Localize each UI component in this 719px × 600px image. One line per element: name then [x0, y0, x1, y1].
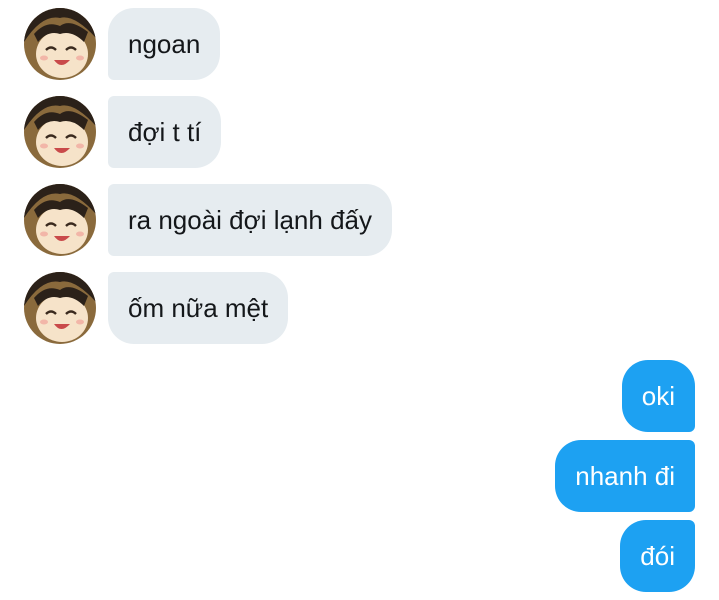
- sender-avatar[interactable]: [24, 272, 96, 344]
- incoming-message-bubble[interactable]: đợi t tí: [108, 96, 222, 168]
- message-text: nhanh đi: [575, 460, 675, 491]
- outgoing-message-bubble[interactable]: oki: [621, 360, 695, 432]
- chat-thread: ngoan đợi t tí ra ngoài đợi lạnh đấy ốm …: [0, 0, 719, 600]
- message-text: oki: [641, 380, 675, 411]
- incoming-message-bubble[interactable]: ngoan: [108, 8, 221, 80]
- anime-character-avatar-icon: [24, 8, 96, 80]
- message-text: ốm nữa mệt: [128, 292, 269, 323]
- message-text: ngoan: [128, 28, 201, 59]
- sender-avatar[interactable]: [24, 184, 96, 256]
- outgoing-message-bubble[interactable]: đói: [620, 520, 695, 592]
- message-text: đói: [640, 540, 675, 571]
- incoming-message-bubble[interactable]: ra ngoài đợi lạnh đấy: [108, 184, 392, 256]
- incoming-message-bubble[interactable]: ốm nữa mệt: [108, 272, 289, 344]
- sender-avatar[interactable]: [24, 96, 96, 168]
- outgoing-message-bubble[interactable]: nhanh đi: [555, 440, 695, 512]
- anime-character-avatar-icon: [24, 96, 96, 168]
- anime-character-avatar-icon: [24, 272, 96, 344]
- message-text: ra ngoài đợi lạnh đấy: [128, 204, 372, 235]
- anime-character-avatar-icon: [24, 184, 96, 256]
- sender-avatar[interactable]: [24, 8, 96, 80]
- message-text: đợi t tí: [128, 116, 202, 147]
